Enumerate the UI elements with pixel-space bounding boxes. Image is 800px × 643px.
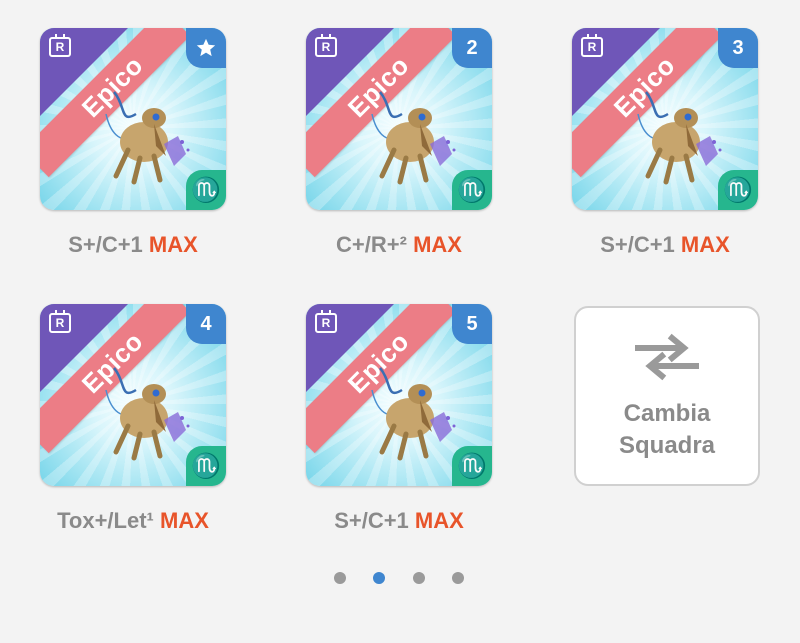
monster-card[interactable]: Epico R 5 ♏ [306, 304, 492, 486]
page-dot-2[interactable] [373, 572, 385, 584]
scorpio-icon: ♏ [452, 170, 492, 210]
monster-card[interactable]: Epico R 2 ♏ [306, 28, 492, 210]
scorpio-icon: ♏ [718, 170, 758, 210]
slot-number-badge: 3 [718, 28, 758, 68]
star-icon [186, 28, 226, 68]
set-name: S+/C+1 [600, 232, 675, 257]
page-dot-1[interactable] [334, 572, 346, 584]
set-caption: C+/R+² MAX [276, 232, 522, 258]
change-team-label-line1: Cambia [623, 400, 711, 427]
set-caption: Tox+/Let¹ MAX [10, 508, 256, 534]
calendar-r-icon: R [315, 310, 337, 333]
scorpio-icon: ♏ [186, 446, 226, 486]
max-label: MAX [680, 232, 730, 257]
monster-image [371, 367, 456, 461]
max-label: MAX [160, 508, 209, 533]
set-caption: S+/C+1 MAX [10, 232, 256, 258]
monster-card[interactable]: Epico R 3 ♏ [572, 28, 758, 210]
set-caption: S+/C+1 MAX [276, 508, 522, 534]
slot-number-badge: 5 [452, 304, 492, 344]
set-name: S+/C+1 [334, 508, 409, 533]
monster-image [105, 91, 190, 185]
page-indicator [0, 572, 800, 584]
scorpio-icon: ♏ [452, 446, 492, 486]
calendar-r-icon: R [315, 34, 337, 57]
swap-arrows-icon [635, 333, 699, 381]
calendar-r-icon: R [49, 34, 71, 57]
change-team-button[interactable]: Cambia Squadra [574, 306, 760, 486]
monster-image [105, 367, 190, 461]
max-label: MAX [414, 508, 464, 533]
calendar-r-icon: R [581, 34, 603, 57]
calendar-r-icon: R [49, 310, 71, 333]
max-label: MAX [413, 232, 462, 257]
monster-card[interactable]: Epico R 4 ♏ [40, 304, 226, 486]
set-caption: S+/C+1 MAX [542, 232, 788, 258]
page-dot-4[interactable] [452, 572, 464, 584]
monster-image [371, 91, 456, 185]
slot-number-badge: 2 [452, 28, 492, 68]
monster-card[interactable]: Epico R ♏ [40, 28, 226, 210]
change-team-label-line2: Squadra [618, 432, 716, 459]
set-name: Tox+/Let¹ [57, 508, 154, 533]
slot-number-badge: 4 [186, 304, 226, 344]
set-name: S+/C+1 [68, 232, 143, 257]
max-label: MAX [148, 232, 198, 257]
scorpio-icon: ♏ [186, 170, 226, 210]
monster-image [637, 91, 722, 185]
set-name: C+/R+² [336, 232, 407, 257]
page-dot-3[interactable] [413, 572, 425, 584]
